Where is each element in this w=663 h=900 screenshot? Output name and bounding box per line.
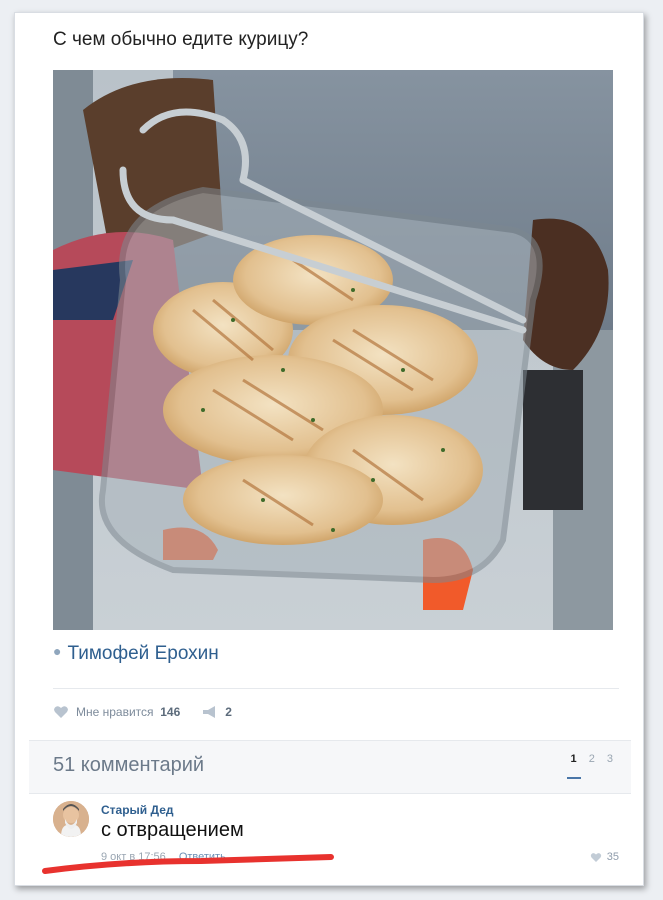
comments-pager: 1 2 3 [562, 753, 614, 765]
comments-title: 51 комментарий [53, 754, 205, 776]
page-3[interactable]: 3 [607, 753, 613, 765]
chicken-photo-illustration [53, 70, 613, 630]
comment-like-button[interactable]: 35 [590, 851, 619, 863]
post-text: С чем обычно едите курицу? [53, 29, 309, 50]
comment-like-count: 35 [606, 851, 619, 863]
person-icon: ● [53, 643, 62, 659]
heart-icon [54, 706, 68, 718]
avatar[interactable] [53, 801, 89, 837]
like-button[interactable]: Мне нравится 146 [53, 705, 180, 719]
megaphone-icon [203, 706, 216, 718]
post-actions: Мне нравится 146 2 [53, 705, 254, 719]
red-underline-annotation [42, 854, 334, 874]
comment-text: с отвращением [101, 819, 244, 841]
post-author[interactable]: ● Тимофей Ерохин [53, 643, 219, 665]
comments-header: 51 комментарий 1 2 3 [29, 740, 631, 794]
comment-author[interactable]: Старый Дед [101, 803, 174, 817]
post-photo[interactable] [53, 70, 613, 630]
post-card: С чем обычно едите курицу? ● Тимофей Еро… [14, 12, 644, 886]
like-label: Мне нравится [76, 705, 154, 719]
post-author-name[interactable]: Тимофей Ерохин [67, 643, 218, 664]
old-man-avatar-icon [53, 801, 89, 837]
divider [53, 688, 619, 689]
heart-icon [590, 852, 601, 862]
page-1[interactable]: 1 [571, 753, 577, 765]
like-count: 146 [160, 705, 181, 719]
share-count: 2 [225, 705, 232, 719]
page-2[interactable]: 2 [589, 753, 595, 765]
share-button[interactable]: 2 [202, 705, 232, 719]
